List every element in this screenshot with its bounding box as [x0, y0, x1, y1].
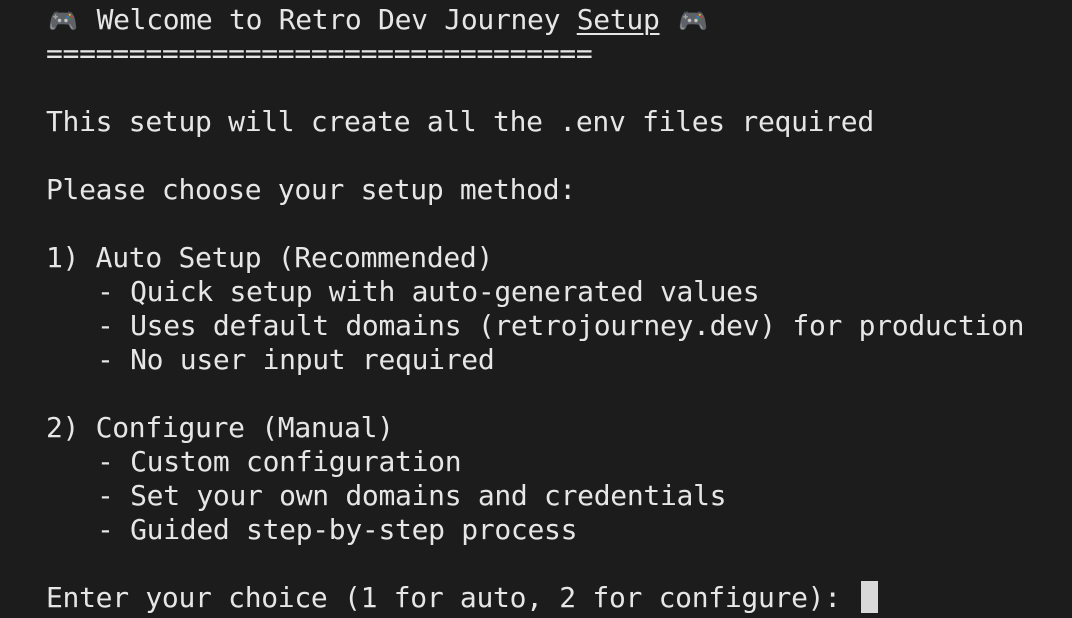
intro-text: This setup will create all the .env file…: [46, 105, 874, 138]
gamepad-icon: 🎮: [48, 7, 78, 35]
title-separator: =================================: [46, 37, 593, 70]
terminal-cursor[interactable]: [861, 581, 879, 613]
terminal-window[interactable]: 🎮 Welcome to Retro Dev Journey Setup 🎮 =…: [0, 0, 1072, 618]
option-configure-detail: - Custom configuration: [97, 445, 462, 478]
choice-input-line[interactable]: Enter your choice (1 for auto, 2 for con…: [46, 581, 879, 615]
option-auto-detail: - Quick setup with auto-generated values: [97, 275, 760, 308]
method-prompt: Please choose your setup method:: [46, 173, 576, 206]
option-configure-detail: - Set your own domains and credentials: [97, 479, 727, 512]
option-configure-heading: 2) Configure (Manual): [46, 411, 394, 444]
welcome-title-setup: Setup: [576, 3, 660, 36]
option-configure-detail: - Guided step-by-step process: [97, 513, 578, 546]
option-auto-heading: 1) Auto Setup (Recommended): [46, 241, 494, 274]
option-auto-detail: - No user input required: [97, 343, 495, 376]
welcome-title-text: Welcome to Retro Dev Journey: [96, 3, 577, 36]
choice-prompt: Enter your choice (1 for auto, 2 for con…: [46, 581, 858, 614]
gamepad-icon: 🎮: [678, 7, 708, 35]
option-auto-detail: - Uses default domains (retrojourney.dev…: [97, 309, 1025, 342]
welcome-title: 🎮 Welcome to Retro Dev Journey Setup 🎮: [46, 3, 710, 37]
